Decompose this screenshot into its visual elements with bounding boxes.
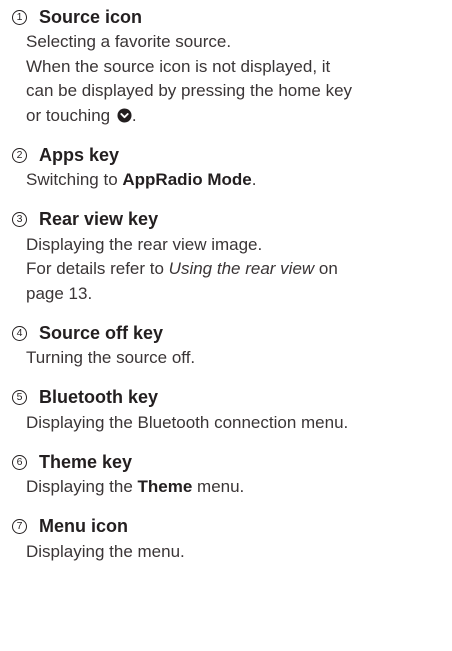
item-description: Switching to AppRadio Mode. — [12, 168, 452, 193]
item-description: Displaying the menu. — [26, 541, 185, 561]
item-heading: 2 Apps key — [12, 142, 452, 168]
item-heading: 6 Theme key — [12, 449, 452, 475]
item-description: Selecting a favorite source. When the so… — [12, 30, 452, 128]
item-number: 7 — [12, 519, 27, 534]
item-number: 3 — [12, 212, 27, 227]
description-text: on — [314, 259, 338, 278]
item-theme-key: 6 Theme key Displaying the Theme menu. — [12, 449, 452, 500]
item-title: Source icon — [39, 6, 143, 27]
item-title: Menu icon — [39, 516, 128, 536]
item-source-off-key: 4 Source off key Turning the source off. — [12, 320, 452, 371]
description-text: Displaying the — [26, 477, 138, 496]
item-menu-icon: 7 Menu icon Displaying the menu. — [12, 514, 452, 565]
item-title: Apps key — [39, 144, 120, 165]
description-line: or touching . — [26, 104, 452, 129]
item-title: Source off key — [39, 322, 164, 343]
item-number: 1 — [12, 9, 27, 25]
item-heading: 4 Source off key — [12, 320, 452, 346]
item-description: Displaying the Theme menu. — [12, 475, 452, 500]
item-description: Turning the source off. — [26, 348, 196, 367]
item-bluetooth-key: 5 Bluetooth key Displaying the Bluetooth… — [12, 385, 452, 436]
cross-reference: Using the rear view — [168, 259, 315, 278]
item-heading: 7 Menu icon — [12, 514, 452, 540]
item-heading: 3 Rear view key — [12, 207, 452, 233]
description-text: menu. — [192, 477, 245, 496]
description-line: For details refer to Using the rear view… — [26, 257, 452, 282]
description-text: . — [131, 105, 137, 125]
chevron-down-circle-icon — [117, 107, 132, 123]
item-number: 6 — [12, 454, 27, 470]
description-bold: AppRadio Mode — [122, 170, 252, 189]
item-number: 5 — [12, 390, 27, 405]
manual-page: 1 Source icon Selecting a favorite sourc… — [0, 0, 452, 651]
item-title: Bluetooth key — [39, 387, 159, 407]
item-number: 4 — [12, 325, 27, 341]
item-title: Rear view key — [39, 209, 159, 229]
description-line: Displaying the rear view image. — [26, 234, 263, 254]
item-title: Theme key — [39, 451, 133, 472]
item-heading: 5 Bluetooth key — [12, 385, 452, 411]
item-number: 2 — [12, 147, 27, 163]
description-line: can be displayed by pressing the home ke… — [26, 81, 353, 100]
item-rear-view-key: 3 Rear view key Displaying the rear view… — [12, 207, 452, 307]
description-text: Switching to — [26, 170, 123, 189]
item-description: Displaying the Bluetooth connection menu… — [26, 412, 349, 432]
description-line: When the source icon is not displayed, i… — [26, 56, 331, 76]
description-text: or touching — [26, 105, 111, 125]
description-text: . — [251, 170, 257, 189]
item-apps-key: 2 Apps key Switching to AppRadio Mode. — [12, 142, 452, 193]
description-bold: Theme — [137, 477, 193, 496]
item-heading: 1 Source icon — [12, 4, 452, 30]
item-source-icon: 1 Source icon Selecting a favorite sourc… — [12, 4, 452, 128]
description-line: page 13. — [26, 283, 93, 303]
description-line: Selecting a favorite source. — [26, 32, 232, 51]
item-description: Displaying the rear view image. For deta… — [12, 233, 452, 307]
description-text: For details refer to — [26, 259, 169, 278]
